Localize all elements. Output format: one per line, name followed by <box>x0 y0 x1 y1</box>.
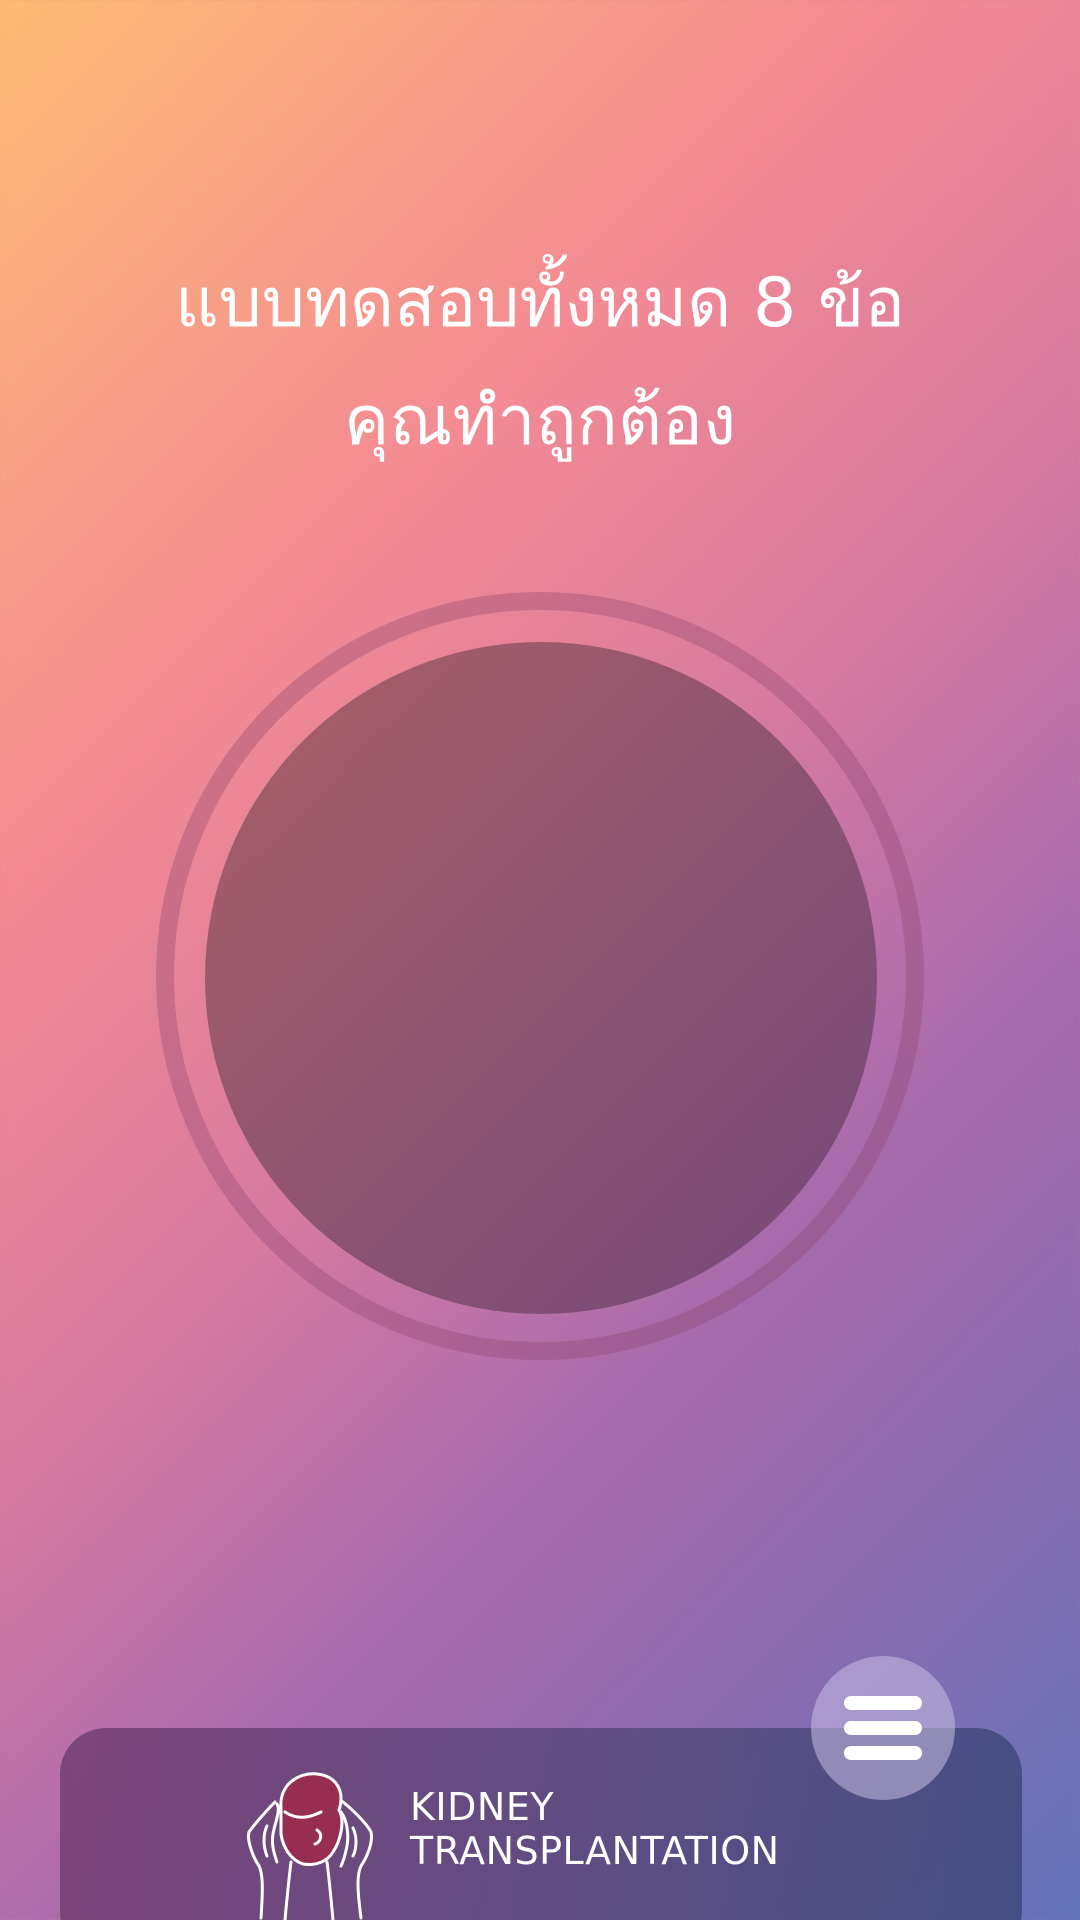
menu-button[interactable] <box>811 1656 955 1800</box>
score-circle <box>205 642 877 1314</box>
hamburger-menu-icon <box>844 1746 922 1760</box>
result-line-total: แบบทดสอบทั้งหมด 8 ข้อ <box>174 264 906 343</box>
person-holding-head-icon <box>247 1772 373 1920</box>
result-heading: แบบทดสอบทั้งหมด 8 ข้อ คุณทำถูกต้อง <box>0 245 1080 481</box>
brand-name: KIDNEY TRANSPLANTATION <box>410 1785 780 1873</box>
brand-line-kidney: KIDNEY <box>410 1785 555 1829</box>
hamburger-menu-icon <box>844 1721 922 1735</box>
result-line-correct: คุณทำถูกต้อง <box>343 382 737 461</box>
hamburger-menu-icon <box>844 1696 922 1710</box>
brand-line-transplantation: TRANSPLANTATION <box>410 1829 780 1873</box>
